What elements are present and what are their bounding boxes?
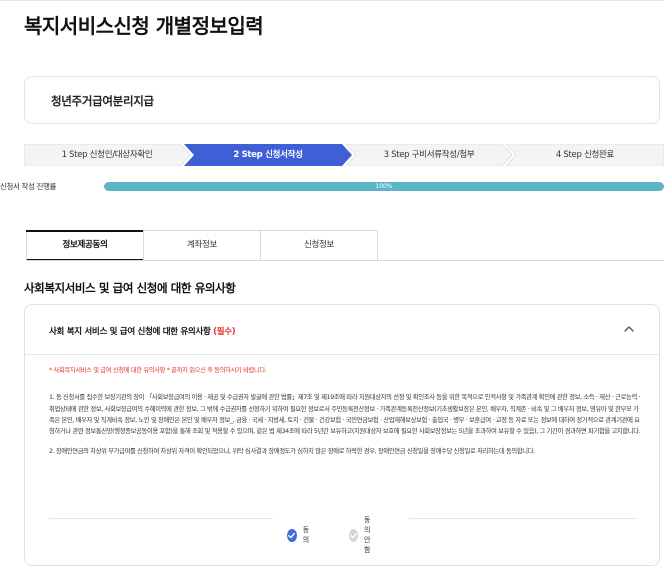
progress-bar: 100% xyxy=(104,182,664,191)
chevron-up-icon[interactable] xyxy=(623,323,635,335)
step-1: 1 Step 신청인/대상자확인 xyxy=(24,144,190,166)
top-divider xyxy=(0,0,664,1)
notice-paragraph-2: 2. 장애인연금의 차상위 부가급여를 신청하여 차상위 자격이 확인되었으나,… xyxy=(49,448,535,456)
step-4: 4 Step 신청완료 xyxy=(506,144,664,166)
notice-title-text: 사회 복지 서비스 및 급여 신청에 대한 유의사항 xyxy=(49,327,211,337)
step-2: 2 Step 신청서작성 xyxy=(184,144,352,166)
section-title: 사회복지서비스 및 급여 신청에 대한 유의사항 xyxy=(24,281,236,295)
page-title: 복지서비스신청 개별정보입력 xyxy=(24,14,264,38)
notice-body: * 사회복지서비스 및 급여 신청에 대한 유의사항 * 끝까지 읽으신 후 동… xyxy=(49,363,641,458)
service-card: 청년주거급여분리지급 xyxy=(24,76,660,124)
tab-info-consent[interactable]: 정보제공동의 xyxy=(26,230,144,261)
step-1-label: 1 Step 신청인/대상자확인 xyxy=(61,150,153,160)
agree-label: 동의 xyxy=(302,526,310,544)
step-indicator: 1 Step 신청인/대상자확인 2 Step 신청서작성 3 Step 구비서… xyxy=(24,144,664,166)
tabs-divider xyxy=(26,260,664,261)
consent-divider-left xyxy=(49,518,273,519)
progress-label: 신청서 작성 진행률 xyxy=(0,182,56,191)
required-badge: (필수) xyxy=(213,327,236,337)
service-name: 청년주거급여분리지급 xyxy=(51,94,154,108)
notice-accordion: 사회 복지 서비스 및 급여 신청에 대한 유의사항 (필수) * 사회복지서비… xyxy=(24,304,660,566)
consent-divider-right xyxy=(409,518,637,519)
step-3: 3 Step 구비서류작성/첨부 xyxy=(346,144,512,166)
disagree-label: 동의 안함 xyxy=(364,516,371,554)
check-circle-icon xyxy=(349,528,358,542)
notice-warning: * 사회복지서비스 및 급여 신청에 대한 유의사항 * 끝까지 읽으신 후 동… xyxy=(49,367,267,374)
step-4-label: 4 Step 신청완료 xyxy=(555,150,615,160)
progress-value: 100% xyxy=(375,183,393,190)
step-3-label: 3 Step 구비서류작성/첨부 xyxy=(383,150,475,160)
notice-header[interactable]: 사회 복지 서비스 및 급여 신청에 대한 유의사항 (필수) xyxy=(25,305,659,355)
progress-row: 신청서 작성 진행률 100% xyxy=(0,180,664,194)
disagree-radio[interactable]: 동의 안함 xyxy=(349,516,374,554)
tab-account-info[interactable]: 계좌정보 xyxy=(143,230,261,261)
tab-application-info[interactable]: 신청정보 xyxy=(260,230,378,261)
notice-title: 사회 복지 서비스 및 급여 신청에 대한 유의사항 (필수) xyxy=(49,325,236,337)
agree-radio[interactable]: 동의 xyxy=(287,526,312,544)
step-2-label: 2 Step 신청서작성 xyxy=(233,150,303,160)
check-circle-icon xyxy=(287,528,297,542)
tab-bar: 정보제공동의 계좌정보 신청정보 xyxy=(26,230,378,261)
notice-paragraph-1: 1. 동 신청서를 접수한 보장기관의 장이 「사회보장급여의 이용 · 제공 … xyxy=(49,394,641,436)
